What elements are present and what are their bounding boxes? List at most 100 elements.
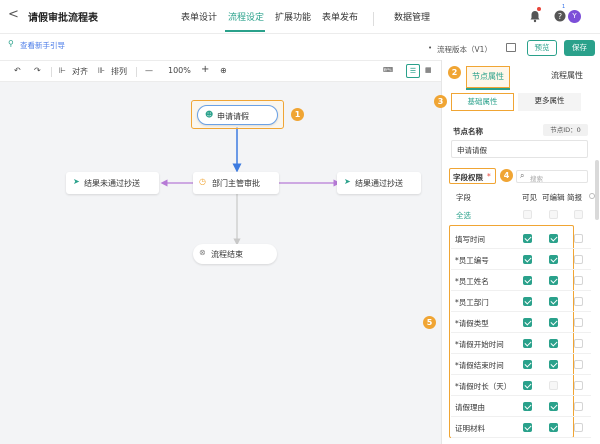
column-header-brief: 简报 — [567, 193, 582, 202]
grid-view-icon[interactable]: ▦ — [425, 66, 432, 74]
brief-checkbox[interactable] — [574, 381, 583, 390]
brief-checkbox[interactable] — [574, 360, 583, 369]
brief-checkbox[interactable] — [574, 297, 583, 306]
arrange-button[interactable]: 排列 — [111, 66, 127, 77]
visible-checkbox[interactable] — [523, 381, 532, 390]
end-node-label: 流程结束 — [211, 250, 243, 259]
visible-checkbox[interactable] — [523, 276, 532, 285]
brief-checkbox[interactable] — [574, 423, 583, 432]
visible-checkbox[interactable] — [523, 318, 532, 327]
field-search-input[interactable]: ⌕ 搜索 — [516, 170, 588, 183]
edit-checkbox[interactable] — [549, 234, 558, 243]
node-name-value: 申请请假 — [457, 146, 487, 155]
tab-extensions[interactable]: 扩展功能 — [275, 10, 311, 23]
edit-checkbox[interactable] — [549, 402, 558, 411]
version-dot-icon: • — [428, 44, 433, 52]
edit-checkbox[interactable] — [549, 255, 558, 264]
visible-checkbox[interactable] — [523, 297, 532, 306]
edit-checkbox[interactable] — [549, 360, 558, 369]
tab-basic-properties[interactable]: 基础属性 — [451, 93, 514, 111]
field-name: *员工编号 — [455, 256, 489, 265]
redo-icon[interactable]: ↷ — [34, 66, 41, 75]
column-header-visible: 可见 — [522, 193, 537, 202]
brief-checkbox[interactable] — [574, 255, 583, 264]
cc-pass-node[interactable]: ➤ 结果通过抄送 — [337, 172, 421, 194]
field-name: *请假时长（天） — [455, 382, 512, 391]
align-icon[interactable]: ⊩ — [59, 66, 66, 75]
edit-checkbox[interactable] — [549, 381, 558, 390]
align-button[interactable]: 对齐 — [72, 66, 88, 77]
brief-checkbox[interactable] — [574, 318, 583, 327]
edit-checkbox[interactable] — [549, 339, 558, 348]
brief-checkbox[interactable] — [574, 339, 583, 348]
start-node[interactable]: ☻ 申请请假 — [197, 105, 278, 125]
notification-dot — [537, 7, 541, 11]
tab-form-publish[interactable]: 表单发布 — [322, 10, 358, 23]
edit-checkbox[interactable] — [549, 318, 558, 327]
edit-checkbox[interactable] — [549, 276, 558, 285]
brief-checkbox[interactable] — [574, 276, 583, 285]
tab-flow-settings[interactable]: 流程设定 — [228, 10, 264, 23]
preview-button[interactable]: 预览 — [527, 40, 557, 56]
brief-checkbox[interactable] — [574, 402, 583, 411]
visible-checkbox[interactable] — [523, 360, 532, 369]
data-management-link[interactable]: 数据管理 — [394, 10, 430, 23]
undo-icon[interactable]: ↶ — [14, 66, 21, 75]
required-star: * — [487, 172, 491, 181]
annotation-badge-1: 1 — [291, 108, 304, 121]
select-all-visible-checkbox[interactable] — [523, 210, 532, 219]
tab-node-properties[interactable]: 节点属性 — [466, 66, 510, 88]
zoom-out-button[interactable]: — — [145, 66, 153, 75]
field-name: 填写时间 — [455, 235, 485, 244]
list-view-icon[interactable]: ☰ — [406, 64, 420, 78]
comment-icon[interactable] — [506, 43, 516, 52]
user-avatar[interactable]: Y — [568, 10, 581, 23]
field-name: *请假开始时间 — [455, 340, 504, 349]
field-row: *员工姓名 — [442, 270, 600, 291]
select-all-link[interactable]: 全选 — [456, 210, 471, 221]
svg-text:?: ? — [558, 12, 562, 21]
guide-pin-icon: ⚲ — [8, 39, 14, 48]
toolbar-divider — [136, 67, 137, 77]
end-node[interactable]: ⊗ 流程结束 — [193, 244, 277, 264]
flow-canvas[interactable]: ☻ 申请请假 1 ◷ 部门主管审批 ➤ 结果未通过抄送 ➤ 结果通过抄送 ⊗ 流… — [0, 82, 441, 444]
flow-version-label[interactable]: 流程版本（V1） — [437, 44, 492, 55]
field-name: *员工部门 — [455, 298, 489, 307]
edit-checkbox[interactable] — [549, 423, 558, 432]
cc-fail-node[interactable]: ➤ 结果未通过抄送 — [66, 172, 159, 194]
help-icon[interactable]: ? — [553, 9, 567, 23]
visible-checkbox[interactable] — [523, 402, 532, 411]
stop-icon: ⊗ — [199, 248, 206, 257]
brief-checkbox[interactable] — [574, 234, 583, 243]
save-button[interactable]: 保存 — [564, 40, 595, 56]
field-name: *员工姓名 — [455, 277, 489, 286]
visible-checkbox[interactable] — [523, 255, 532, 264]
back-arrow-icon[interactable]: < — [8, 8, 20, 22]
field-name: *请假结束时间 — [455, 361, 504, 370]
visible-checkbox[interactable] — [523, 234, 532, 243]
column-header-editable: 可编辑 — [542, 193, 565, 202]
keyboard-icon[interactable]: ⌨ — [383, 66, 393, 74]
bell-icon[interactable] — [528, 9, 542, 23]
tab-divider — [373, 12, 374, 26]
search-icon: ⌕ — [520, 171, 525, 180]
field-row: 请假理由 — [442, 396, 600, 417]
view-guide-link[interactable]: 查看新手引导 — [20, 40, 65, 51]
panel-scrollbar[interactable] — [595, 160, 599, 220]
approval-node[interactable]: ◷ 部门主管审批 — [193, 172, 279, 194]
visible-checkbox[interactable] — [523, 339, 532, 348]
zoom-in-button[interactable]: + — [201, 64, 209, 75]
visible-checkbox[interactable] — [523, 423, 532, 432]
start-node-label: 申请请假 — [217, 112, 249, 121]
node-name-input[interactable]: 申请请假 — [451, 140, 588, 158]
tab-form-design[interactable]: 表单设计 — [181, 10, 217, 23]
app-title: 请假审批流程表 — [28, 13, 98, 24]
tab-flow-properties[interactable]: 流程属性 — [542, 66, 592, 88]
fit-view-icon[interactable]: ⊕ — [220, 66, 227, 75]
arrange-icon[interactable]: ⊪ — [98, 66, 105, 75]
tab-more-properties[interactable]: 更多属性 — [518, 93, 581, 111]
select-all-edit-checkbox[interactable] — [549, 210, 558, 219]
edit-checkbox[interactable] — [549, 297, 558, 306]
field-row: 填写时间 — [442, 228, 600, 249]
select-all-brief-checkbox[interactable] — [574, 210, 583, 219]
